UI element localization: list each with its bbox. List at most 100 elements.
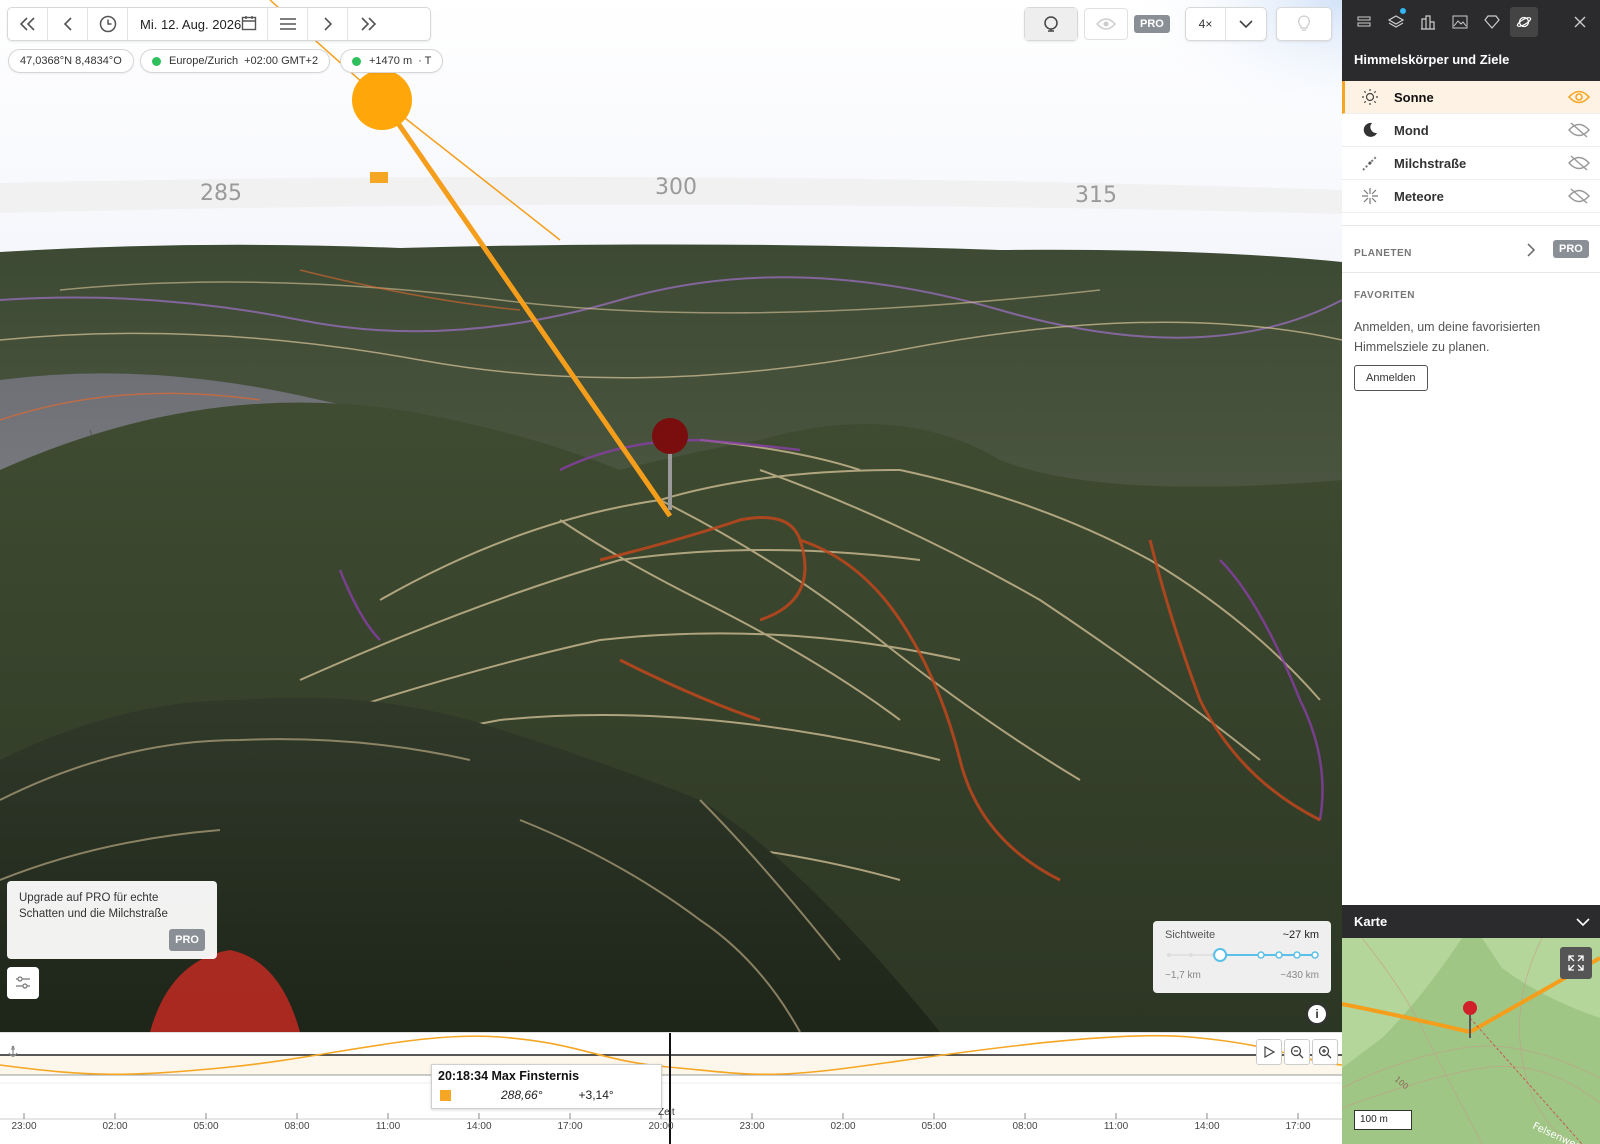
visibility-slider-thumb[interactable] (1213, 948, 1228, 962)
milkyway-icon (1362, 155, 1378, 171)
speed-group: 4× (1185, 7, 1267, 41)
zoom-in-icon (1318, 1045, 1332, 1059)
timeline-tick-label: 05:00 (921, 1121, 947, 1132)
body-item-milkyway[interactable]: Milchstraße (1342, 147, 1600, 180)
chevron-right-icon (1527, 243, 1536, 257)
elevation-suffix: · T (418, 55, 432, 67)
step-forward-button[interactable] (308, 8, 348, 40)
terrain-viewport[interactable]: 285 300 315 Mi. 12. Aug. 2026 PRO 4× 47,… (0, 0, 1342, 1032)
double-chevron-right-icon (361, 17, 377, 31)
body-item-sun[interactable]: Sonne (1342, 81, 1600, 114)
eye-off-icon[interactable] (1568, 155, 1590, 171)
celestial-body-list: Sonne Mond Milchstraße Meteore (1342, 81, 1600, 213)
coordinates-chip[interactable]: 47,0368°N 8,4834°O (8, 49, 134, 73)
sidebar-header: Himmelskörper und Ziele (1342, 0, 1600, 81)
elevation-chip[interactable]: +1470 m · T (340, 49, 444, 73)
layers-icon (1388, 15, 1404, 28)
tooltip-title: 20:18:34 Max Finsternis (438, 1069, 580, 1083)
body-label-moon: Mond (1394, 122, 1429, 138)
sliders-icon (16, 976, 30, 989)
upgrade-notice[interactable]: Upgrade auf PRO für echte Schatten und d… (7, 881, 217, 959)
close-sidebar-button[interactable] (1568, 10, 1592, 34)
expand-icon (1568, 955, 1584, 971)
eye-off-icon[interactable] (1568, 122, 1590, 138)
skip-back-button[interactable] (8, 8, 48, 40)
upgrade-pro-badge[interactable]: PRO (169, 929, 205, 951)
menu-button[interactable] (268, 8, 308, 40)
elevation-text: +1470 m (369, 55, 413, 67)
layers-tab[interactable] (1384, 8, 1408, 34)
now-button[interactable] (88, 8, 128, 40)
step-back-button[interactable] (48, 8, 88, 40)
eye-icon (1096, 18, 1116, 30)
moon-icon (1363, 122, 1377, 137)
map-panel: Karte Felsenweg 100 100 m (1342, 905, 1600, 1144)
gem-tab[interactable] (1480, 10, 1504, 34)
login-button[interactable]: Anmelden (1354, 365, 1428, 391)
landscape-tab[interactable] (1448, 10, 1472, 34)
anchor-icon[interactable] (6, 1045, 20, 1059)
compass-label-285: 285 (200, 181, 242, 206)
view-mode-button[interactable] (1025, 8, 1077, 40)
planets-pro-badge[interactable]: PRO (1553, 240, 1589, 258)
date-picker[interactable]: Mi. 12. Aug. 2026 (128, 8, 268, 40)
settings-button[interactable] (7, 967, 39, 999)
eye-off-icon[interactable] (1568, 188, 1590, 204)
zoom-in-button[interactable] (1312, 1039, 1338, 1065)
timeline-tick-label: 17:00 (557, 1121, 583, 1132)
planets-label: PLANETEN (1354, 248, 1412, 259)
play-button[interactable] (1256, 1039, 1282, 1065)
chevron-down-icon (1576, 918, 1590, 927)
compass-label-300: 300 (655, 175, 697, 200)
list-icon (1357, 16, 1371, 27)
play-icon (1264, 1046, 1275, 1058)
coordinates-text: 47,0368°N 8,4834°O (20, 55, 122, 67)
map-panel-header[interactable]: Karte (1342, 905, 1600, 938)
body-item-meteors[interactable]: Meteore (1342, 180, 1600, 213)
visibility-value: ~27 km (1282, 929, 1319, 941)
planets-section[interactable]: PLANETEN PRO (1342, 225, 1600, 272)
expand-map-button[interactable] (1560, 947, 1592, 979)
pro-badge[interactable]: PRO (1134, 15, 1170, 33)
compass-label-315: 315 (1075, 183, 1117, 208)
timeline-tick-label: 20:00 (648, 1121, 674, 1132)
speed-button[interactable]: 4× (1186, 8, 1226, 40)
timeline-tick-label: 05:00 (193, 1121, 219, 1132)
light-group (1276, 7, 1332, 41)
chevron-right-icon (323, 17, 332, 31)
list-tab[interactable] (1352, 10, 1376, 34)
date-text: Mi. 12. Aug. 2026 (140, 16, 242, 32)
visibility-group: PRO (1084, 7, 1176, 41)
timeline-tick-label: 08:00 (1012, 1121, 1038, 1132)
timezone-chip[interactable]: Europe/Zurich +02:00 GMT+2 (140, 49, 331, 73)
clock-icon (99, 15, 116, 33)
timeline[interactable]: 23:00 02:00 05:00 08:00 11:00 14:00 17:00 20:00… (0, 1032, 1342, 1144)
planet-tab[interactable] (1510, 7, 1538, 37)
eye-toggle-button[interactable] (1084, 8, 1128, 40)
light-button[interactable] (1277, 8, 1331, 40)
timeline-tick-label: 14:00 (466, 1121, 492, 1132)
timezone-text: Europe/Zurich (169, 55, 239, 67)
body-label-sun: Sonne (1394, 89, 1434, 105)
tooltip-azimuth: 288,66° (501, 1088, 543, 1102)
zoom-out-button[interactable] (1284, 1039, 1310, 1065)
zoom-out-icon (1290, 1045, 1304, 1059)
sun-disc[interactable] (352, 70, 412, 130)
visibility-label: Sichtweite (1165, 929, 1216, 941)
skip-forward-button[interactable] (348, 8, 388, 40)
timeline-tick-label: 11:00 (375, 1121, 401, 1132)
visibility-slider[interactable] (1165, 947, 1319, 963)
speed-dropdown[interactable] (1226, 8, 1266, 40)
eye-icon[interactable] (1568, 89, 1590, 105)
buildings-tab[interactable] (1416, 10, 1440, 34)
location-pin[interactable] (652, 418, 688, 454)
notification-dot (1400, 8, 1406, 14)
info-button[interactable]: i (1306, 1003, 1328, 1025)
minimap[interactable]: Felsenweg 100 100 m (1342, 938, 1600, 1144)
view-mode-group (1024, 7, 1078, 41)
double-chevron-left-icon (19, 17, 35, 31)
upgrade-text: Upgrade auf PRO für echte Schatten und d… (19, 892, 168, 920)
map-location-pin[interactable] (1463, 1001, 1477, 1015)
body-item-moon[interactable]: Mond (1342, 114, 1600, 147)
terrain-scene[interactable]: 285 300 315 (0, 0, 1342, 1032)
